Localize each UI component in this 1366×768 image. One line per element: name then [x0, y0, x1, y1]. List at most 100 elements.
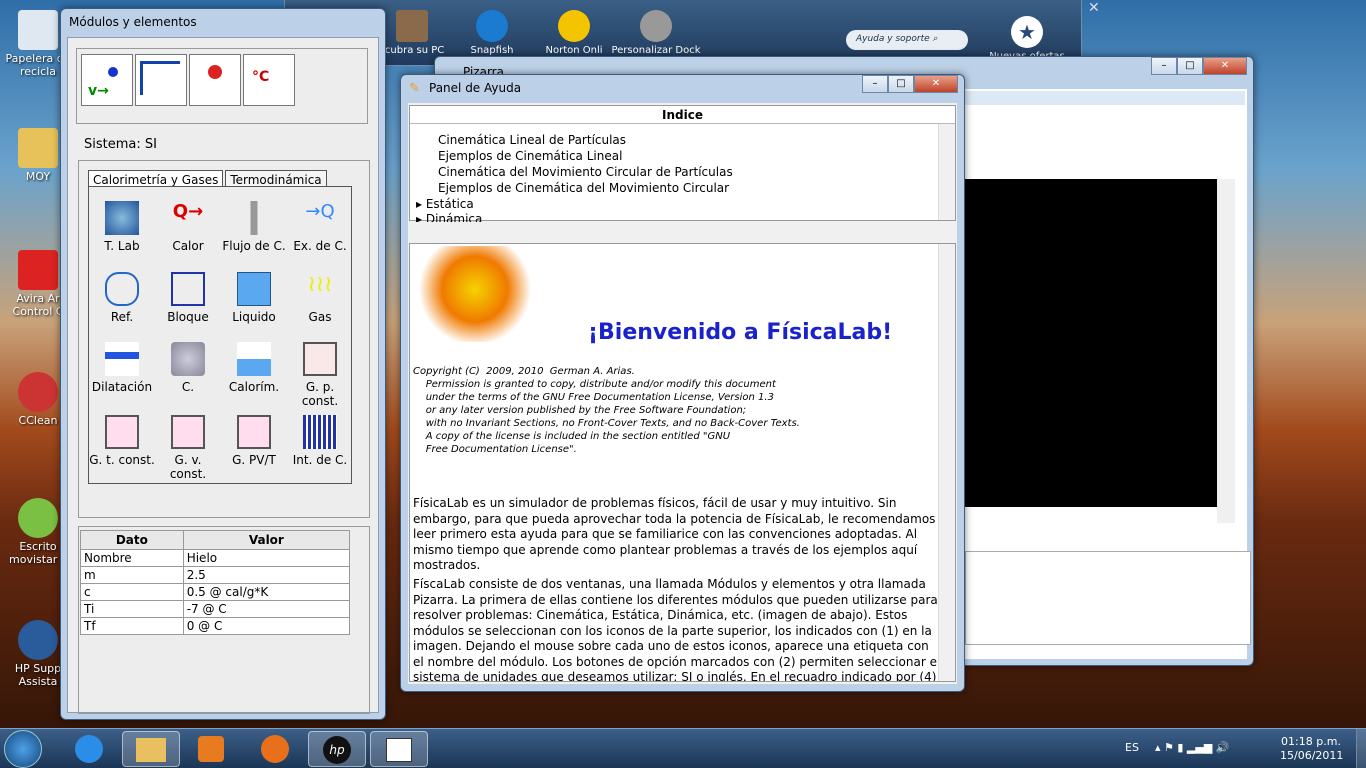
tray-icons[interactable]: ▴ ⚑ ▮ ▂▄▆ 🔊 [1155, 741, 1230, 754]
gas-icon: ≀≀≀ [307, 272, 333, 297]
liquid-icon [237, 272, 271, 306]
element-lab-thermometer[interactable]: T. Lab [89, 201, 155, 253]
element-data-table[interactable]: Dato Valor Nombre Hielo m 2.5 c 0.5 @ cal/g*… [80, 530, 351, 635]
element-liquid[interactable]: Liquido [221, 272, 287, 324]
modules-panel: v→ °C Sistema: SI Calorimetría y Gases T… [67, 37, 379, 714]
element-heat-flow[interactable]: Flujo de C. [221, 201, 287, 253]
help-index: Indice Cinemática Lineal de Partículas E… [409, 105, 956, 222]
index-scrollbar[interactable] [938, 124, 955, 220]
table-row[interactable]: c 0.5 @ cal/g*K [80, 583, 351, 601]
element-dilatation[interactable]: Dilatación [89, 342, 155, 394]
heat-exchange-icon: →Q [305, 201, 335, 222]
movistar-icon [18, 498, 58, 538]
language-indicator[interactable]: ES [1125, 741, 1139, 754]
maximize-button[interactable]: □ [888, 75, 914, 93]
calorimetry-module-button[interactable]: °C [243, 54, 295, 106]
index-item[interactable]: Ejemplos de Cinemática del Movimiento Ci… [438, 181, 729, 195]
help-search-input[interactable]: Ayuda y soporte ⌕ [846, 30, 968, 50]
element-refrigerator[interactable]: Ref. [89, 272, 155, 324]
element-heat-exchange[interactable]: →Q Ex. de C. [287, 201, 353, 253]
dynamics-module-button[interactable] [189, 54, 241, 106]
pizarra-toolbar [965, 91, 1245, 105]
gadget-norton[interactable]: Norton Onli [529, 10, 619, 56]
ccleaner-icon [18, 372, 58, 412]
coil-icon [105, 272, 139, 306]
gadget-dock[interactable]: Personalizar Dock [611, 10, 701, 56]
taskbar-ie-button[interactable] [60, 731, 118, 767]
taskbar: hp ES ▴ ⚑ ▮ ▂▄▆ 🔊 01:18 p.m. 15/06/2011 [0, 728, 1366, 768]
content-scrollbar[interactable] [938, 244, 955, 681]
element-gas[interactable]: ≀≀≀ Gas [287, 272, 353, 324]
table-row[interactable]: Nombre Hielo [80, 549, 351, 567]
element-gas-constant-pressure[interactable]: G. p. const. [287, 342, 353, 408]
table-row[interactable]: m 2.5 [80, 566, 351, 584]
firefox-icon [261, 735, 289, 763]
pizarra-black-area [965, 179, 1231, 507]
license-text: Copyright (C) 2009, 2010 German A. Arias… [413, 366, 800, 455]
stopwatch-icon [105, 201, 139, 235]
gadget-snapfish[interactable]: Snapfish [447, 10, 537, 56]
index-item[interactable]: Ejemplos de Cinemática Lineal [438, 149, 622, 163]
gadget-close-icon[interactable]: ✕ [1088, 0, 1100, 16]
element-calorimeter[interactable]: Calorím. [221, 342, 287, 394]
close-button[interactable]: ✕ [1203, 57, 1247, 75]
pc-icon [396, 10, 428, 42]
help-title: Panel de Ayuda [429, 81, 522, 95]
ie-icon [75, 735, 103, 763]
element-heat-exchanger[interactable]: Int. de C. [287, 415, 353, 467]
modules-window[interactable]: Módulos y elementos v→ °C Sistema: SI Ca… [60, 8, 386, 720]
taskbar-hp-button[interactable]: hp [308, 731, 366, 767]
taskbar-firefox-button[interactable] [246, 731, 304, 767]
heat-flow-icon [237, 201, 271, 235]
start-button[interactable] [4, 730, 42, 768]
statics-module-button[interactable] [135, 54, 187, 106]
pizarra-output [965, 551, 1251, 645]
taskbar-fisicalab-button[interactable] [370, 731, 428, 767]
gas-temperature-icon [105, 415, 139, 449]
module-toolbar: v→ °C [76, 48, 368, 124]
table-row[interactable]: Ti -7 @ C [80, 600, 351, 618]
thermometer-icon: °C [252, 69, 270, 85]
maximize-button[interactable]: □ [1177, 57, 1203, 75]
media-player-icon [198, 736, 224, 762]
close-button[interactable]: ✕ [914, 75, 958, 93]
pizarra-scrollbar[interactable] [1217, 179, 1235, 523]
statics-icon [140, 61, 180, 95]
dilatation-icon [105, 342, 139, 376]
fisicalab-logo [412, 246, 552, 342]
heat-arrow-icon: Q→ [172, 201, 204, 222]
index-item-dynamics[interactable]: ▸ Dinámica [416, 212, 482, 222]
hp-icon: hp [323, 736, 351, 764]
element-gas-constant-temperature[interactable]: G. t. const. [89, 415, 155, 467]
element-heat[interactable]: Q→ Calor [155, 201, 221, 253]
clock[interactable]: 01:18 p.m. 15/06/2011 [1280, 735, 1343, 763]
index-item[interactable]: Cinemática Lineal de Partículas [438, 133, 626, 147]
index-item[interactable]: Cinemática del Movimiento Circular de Pa… [438, 165, 733, 179]
column-header-dato: Dato [80, 530, 184, 550]
hp-support-icon [18, 620, 58, 660]
element-gas-pvt[interactable]: G. PV/T [221, 415, 287, 467]
folder-icon [136, 738, 166, 762]
table-row[interactable]: Tf 0 @ C [80, 617, 351, 635]
recycle-bin-icon [18, 10, 58, 50]
taskbar-explorer-button[interactable] [122, 731, 180, 767]
elements-grid: T. Lab Q→ Calor Flujo de C. →Q Ex. de C. R… [88, 186, 352, 484]
column-header-valor: Valor [182, 530, 351, 550]
kinematics-module-button[interactable]: v→ [81, 54, 133, 106]
help-app-icon: ✎ [409, 81, 420, 96]
dynamics-icon [208, 65, 222, 79]
minimize-button[interactable]: – [1151, 57, 1177, 75]
element-gas-constant-volume[interactable]: G. v. const. [155, 415, 221, 481]
help-content: ¡Bienvenido a FísicaLab! Copyright (C) 2… [409, 243, 956, 682]
element-c[interactable]: C. [155, 342, 221, 394]
calorimeter-icon [237, 342, 271, 376]
taskbar-media-button[interactable] [182, 731, 240, 767]
index-item-statics[interactable]: ▸ Estática [416, 197, 474, 211]
minimize-button[interactable]: – [862, 75, 888, 93]
show-desktop-button[interactable] [1356, 729, 1366, 768]
unit-system-label: Sistema: SI [84, 137, 157, 152]
help-window[interactable]: ✎ Panel de Ayuda – □ ✕ Indice Cinemática L… [400, 74, 965, 692]
snapfish-icon [476, 10, 508, 42]
element-block[interactable]: Bloque [155, 272, 221, 324]
index-header: Indice [410, 106, 955, 124]
